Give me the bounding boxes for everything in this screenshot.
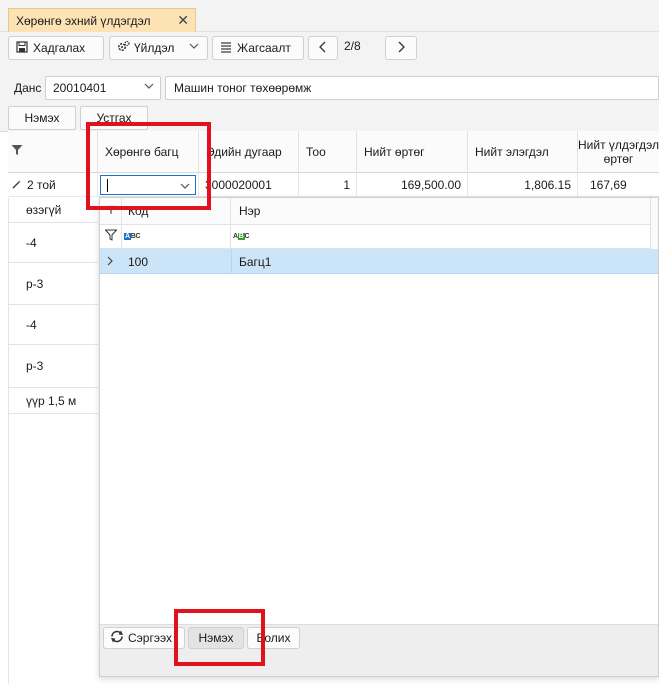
pencil-icon bbox=[12, 178, 21, 192]
total-cost-cell[interactable]: 169,500.00 bbox=[357, 173, 468, 197]
add-row-button[interactable]: Нэмэх bbox=[8, 106, 76, 130]
refresh-label: Сэргээх bbox=[128, 631, 172, 645]
actions-label: Үйлдэл bbox=[134, 41, 175, 55]
list-item[interactable]: -4 bbox=[8, 223, 98, 263]
row-name-text: 2 той bbox=[27, 177, 56, 192]
list-icon bbox=[219, 41, 233, 56]
account-name-field[interactable]: Машин тоног төхөөрөмж bbox=[165, 76, 659, 100]
list-item[interactable]: өзэгүй bbox=[8, 198, 98, 223]
actions-button[interactable]: Үйлдэл bbox=[109, 36, 208, 60]
chevron-down-icon bbox=[144, 81, 154, 94]
list-item[interactable]: р-3 bbox=[8, 345, 98, 388]
column-total-cost[interactable]: Нийт өртөг bbox=[357, 131, 468, 173]
save-icon bbox=[15, 40, 29, 56]
column-quantity[interactable]: Тоо bbox=[299, 131, 357, 173]
save-label: Хадгалах bbox=[33, 41, 86, 55]
item-number-cell[interactable]: 3000020001 bbox=[199, 173, 299, 197]
funnel-icon bbox=[103, 229, 118, 244]
quantity-cell[interactable]: 1 bbox=[299, 173, 357, 197]
column-total-depreciation[interactable]: Нийт элэгдэл bbox=[468, 131, 578, 173]
column-item-number[interactable]: Эдийн дугаар bbox=[199, 131, 299, 173]
row-code: 100 bbox=[128, 255, 149, 269]
popup-column-name[interactable]: Нэр bbox=[231, 198, 651, 225]
chevron-down-icon bbox=[189, 41, 199, 54]
text-filter-icon: ABC bbox=[124, 233, 141, 240]
tab-initial-balance[interactable]: Хөрөнгө эхний үлдэгдэл ✕ bbox=[8, 8, 196, 32]
name-filter-input[interactable]: ABC bbox=[231, 225, 651, 249]
account-code-select[interactable]: 20010401 bbox=[45, 76, 161, 100]
highlight-box bbox=[174, 609, 265, 666]
add-row-label: Нэмэх bbox=[24, 111, 60, 125]
next-page-button[interactable] bbox=[385, 36, 417, 60]
table-row[interactable]: 100 Багц1 bbox=[100, 249, 658, 274]
tab-title: Хөрөнгө эхний үлдэгдэл bbox=[16, 13, 151, 28]
highlight-box bbox=[86, 122, 211, 210]
residual-cost-cell[interactable]: 167,69 bbox=[578, 173, 659, 197]
row-name: Багц1 bbox=[239, 255, 272, 269]
list-item[interactable]: р-3 bbox=[8, 263, 98, 305]
close-icon[interactable]: ✕ bbox=[177, 12, 189, 29]
popup-filter-row-icon[interactable] bbox=[100, 225, 122, 249]
column-residual-cost[interactable]: Нийт үлдэгдэл өртөг bbox=[578, 131, 659, 173]
popup-list-body bbox=[100, 274, 658, 624]
text-filter-icon: ABC bbox=[233, 233, 250, 240]
chevron-left-icon bbox=[318, 41, 328, 56]
account-name-value: Машин тоног төхөөрөмж bbox=[174, 81, 312, 95]
toolbar: Хадгалах Үйлдэл Жагсаалт 2/8 bbox=[0, 33, 659, 63]
gear-icon bbox=[116, 40, 130, 56]
filter-header-cell[interactable] bbox=[8, 131, 98, 173]
asset-group-dropdown: Код Нэр A BC ABC 100 Багц1 Сэргээх Нэмэх … bbox=[99, 197, 659, 677]
refresh-icon bbox=[110, 630, 124, 646]
code-filter-input[interactable]: A BC bbox=[122, 225, 231, 249]
prev-page-button[interactable] bbox=[308, 36, 338, 60]
account-code-value: 20010401 bbox=[53, 81, 107, 95]
save-button[interactable]: Хадгалах bbox=[8, 36, 104, 60]
page-indicator: 2/8 bbox=[344, 39, 361, 53]
list-item[interactable]: үүр 1,5 м bbox=[8, 388, 98, 414]
list-button[interactable]: Жагсаалт bbox=[212, 36, 304, 60]
row-divider bbox=[231, 249, 232, 273]
chevron-right-icon[interactable] bbox=[106, 255, 114, 270]
filter-icon bbox=[11, 144, 23, 159]
list-label: Жагсаалт bbox=[237, 41, 291, 55]
list-item[interactable]: -4 bbox=[8, 305, 98, 345]
refresh-button[interactable]: Сэргээх bbox=[103, 627, 185, 649]
edit-row-name[interactable]: 2 той bbox=[8, 173, 98, 197]
grid-divider bbox=[8, 198, 9, 684]
chevron-right-icon bbox=[396, 41, 406, 56]
depreciation-cell[interactable]: 1,806.15 bbox=[468, 173, 578, 197]
account-label: Данс bbox=[14, 81, 42, 95]
